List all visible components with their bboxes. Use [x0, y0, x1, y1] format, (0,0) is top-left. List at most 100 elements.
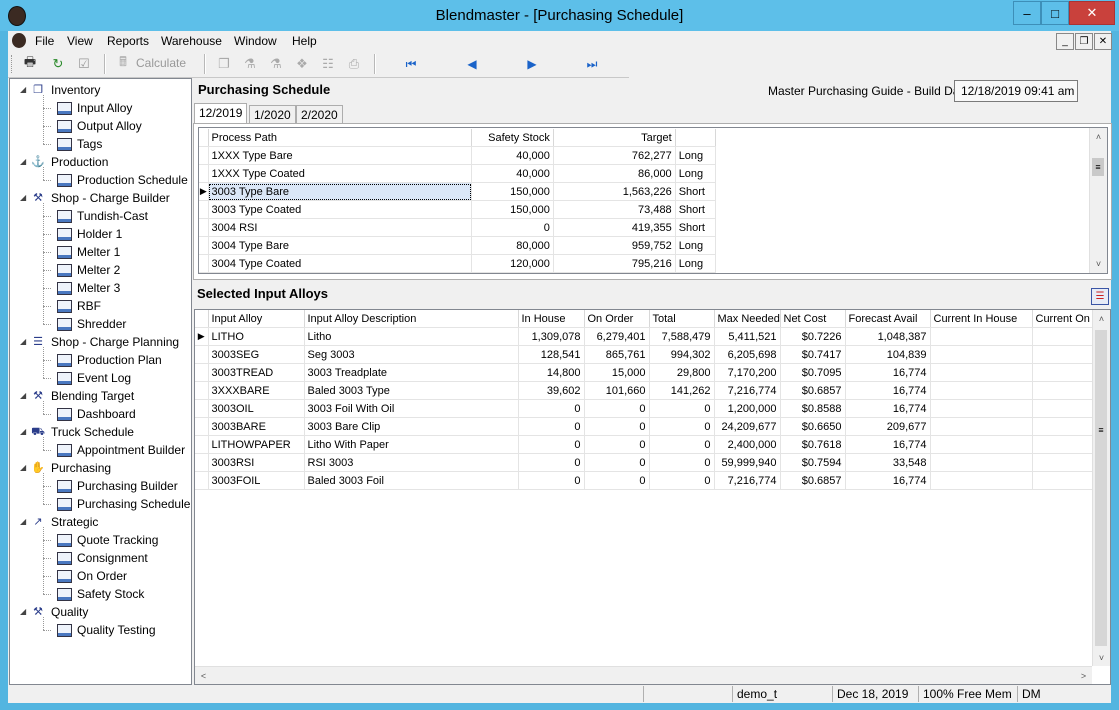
table-cell[interactable]: 209,677: [845, 417, 931, 436]
tree-item-consignment[interactable]: Consignment: [56, 549, 148, 567]
scroll-down-icon[interactable]: ˅: [1093, 649, 1110, 666]
table-cell[interactable]: $0.7095: [780, 363, 846, 382]
table-cell[interactable]: [930, 363, 1033, 382]
table-cell[interactable]: 0: [518, 453, 585, 472]
table-cell[interactable]: $0.6650: [780, 417, 846, 436]
table-cell[interactable]: 5,411,521: [714, 327, 781, 346]
table-cell[interactable]: 16,774: [845, 363, 931, 382]
table-row[interactable]: LITHOWPAPER Litho With Paper 0 0 0 2,400,000 $…: [195, 435, 1110, 454]
refresh-icon[interactable]: ↻: [48, 54, 68, 74]
table-cell[interactable]: $0.7618: [780, 435, 846, 454]
tree-item-input-alloy[interactable]: Input Alloy: [56, 99, 132, 117]
table-cell[interactable]: $0.7226: [780, 327, 846, 346]
table-cell[interactable]: 0: [649, 417, 715, 436]
table-cell[interactable]: 150,000: [471, 182, 554, 201]
table-cell[interactable]: 3003 Treadplate: [304, 363, 519, 382]
table-cell[interactable]: $0.7594: [780, 453, 846, 472]
row-indicator[interactable]: [199, 164, 209, 183]
collapse-arrow-icon[interactable]: ◢: [20, 513, 30, 531]
table-row[interactable]: ▶ 3003 Type Bare 150,000 1,563,226 Short: [199, 182, 717, 201]
table-row[interactable]: 1XXX Type Coated 40,000 86,000 Long: [199, 164, 717, 183]
table-cell[interactable]: 86,000: [553, 164, 676, 183]
table-cell[interactable]: Baled 3003 Foil: [304, 471, 519, 490]
tree-item-tundish-cast[interactable]: Tundish-Cast: [56, 207, 148, 225]
table-cell[interactable]: 7,170,200: [714, 363, 781, 382]
tree-item-shredder[interactable]: Shredder: [56, 315, 126, 333]
collapse-arrow-icon[interactable]: ◢: [20, 387, 30, 405]
mdi-restore-icon[interactable]: ❐: [1075, 33, 1093, 50]
tree-item-quality-testing[interactable]: Quality Testing: [56, 621, 156, 639]
first-record-icon[interactable]: ⏮: [400, 55, 422, 73]
table-cell[interactable]: 0: [649, 471, 715, 490]
menu-help[interactable]: Help: [292, 31, 317, 51]
column-header[interactable]: Forecast Avail: [845, 310, 931, 328]
table-row[interactable]: 3003FOIL Baled 3003 Foil 0 0 0 7,216,774 $0.68…: [195, 471, 1110, 490]
tree-item-appointment-builder[interactable]: Appointment Builder: [56, 441, 185, 459]
column-header[interactable]: Process Path: [208, 129, 473, 147]
table-cell[interactable]: 3003 Type Coated: [208, 200, 473, 219]
row-indicator[interactable]: [199, 146, 209, 165]
table-row[interactable]: 3003BARE 3003 Bare Clip 0 0 0 24,209,677 $0.66…: [195, 417, 1110, 436]
tree-item-production-plan[interactable]: Production Plan: [56, 351, 162, 369]
tree-node-quality[interactable]: ◢ ⚒ Quality: [20, 603, 88, 621]
table-cell[interactable]: 865,761: [584, 345, 650, 364]
collapse-arrow-icon[interactable]: ◢: [20, 333, 30, 351]
table-cell[interactable]: 16,774: [845, 435, 931, 454]
calculate-button[interactable]: Calculate: [136, 56, 186, 70]
alloys-grid-vscrollbar[interactable]: ˄ ≡ ˅: [1092, 310, 1110, 666]
table-cell[interactable]: $0.8588: [780, 399, 846, 418]
table-cell[interactable]: Long: [675, 236, 717, 255]
table-cell[interactable]: 6,205,698: [714, 345, 781, 364]
table-cell[interactable]: 2,400,000: [714, 435, 781, 454]
collapse-arrow-icon[interactable]: ◢: [20, 459, 30, 477]
tree-item-production-schedule[interactable]: Production Schedule: [56, 171, 188, 189]
table-cell[interactable]: 1,309,078: [518, 327, 585, 346]
collapse-arrow-icon[interactable]: ◢: [20, 189, 30, 207]
table-cell[interactable]: RSI 3003: [304, 453, 519, 472]
table-cell[interactable]: 0: [584, 471, 650, 490]
collapse-arrow-icon[interactable]: ◢: [20, 81, 30, 99]
column-header[interactable]: [675, 129, 717, 147]
table-cell[interactable]: 3003 Type Bare: [208, 182, 473, 201]
tree-item-rbf[interactable]: RBF: [56, 297, 101, 315]
table-row[interactable]: 3XXXBARE Baled 3003 Type 39,602 101,660 141,…: [195, 381, 1110, 400]
table-cell[interactable]: 3003RSI: [208, 453, 305, 472]
table-cell[interactable]: 39,602: [518, 381, 585, 400]
stack-icon[interactable]: ❖: [292, 54, 312, 74]
menu-view[interactable]: View: [67, 31, 93, 51]
row-indicator[interactable]: [199, 200, 209, 219]
document-icon[interactable]: [12, 33, 26, 48]
tree-item-tags[interactable]: Tags: [56, 135, 102, 153]
table-cell[interactable]: 73,488: [553, 200, 676, 219]
table-cell[interactable]: 1,048,387: [845, 327, 931, 346]
tree-item-dashboard[interactable]: Dashboard: [56, 405, 136, 423]
table-cell[interactable]: 150,000: [471, 200, 554, 219]
table-cell[interactable]: Baled 3003 Type: [304, 381, 519, 400]
scroll-down-icon[interactable]: ˅: [1090, 255, 1107, 272]
table-cell[interactable]: 0: [584, 453, 650, 472]
table-cell[interactable]: 120,000: [471, 254, 554, 273]
table-cell[interactable]: 0: [584, 417, 650, 436]
table-cell[interactable]: 0: [518, 417, 585, 436]
table-cell[interactable]: Seg 3003: [304, 345, 519, 364]
tree-item-melter-1[interactable]: Melter 1: [56, 243, 120, 261]
table-cell[interactable]: 59,999,940: [714, 453, 781, 472]
table-cell[interactable]: 40,000: [471, 146, 554, 165]
table-cell[interactable]: 3003 Bare Clip: [304, 417, 519, 436]
column-header[interactable]: Total: [649, 310, 715, 328]
column-header[interactable]: Target: [553, 129, 676, 147]
copy-icon[interactable]: ❐: [214, 54, 234, 74]
menu-warehouse[interactable]: Warehouse: [161, 31, 222, 51]
table-cell[interactable]: 0: [518, 435, 585, 454]
table-cell[interactable]: 3004 RSI: [208, 218, 473, 237]
row-indicator[interactable]: [195, 471, 209, 490]
table-cell[interactable]: 1XXX Type Coated: [208, 164, 473, 183]
table-cell[interactable]: LITHOWPAPER: [208, 435, 305, 454]
table-cell[interactable]: 3003BARE: [208, 417, 305, 436]
table-cell[interactable]: 1,200,000: [714, 399, 781, 418]
table-cell[interactable]: Litho With Paper: [304, 435, 519, 454]
table-cell[interactable]: [930, 399, 1033, 418]
table-cell[interactable]: Long: [675, 146, 717, 165]
table-cell[interactable]: [930, 435, 1033, 454]
table-cell[interactable]: 3004 Type Coated: [208, 254, 473, 273]
